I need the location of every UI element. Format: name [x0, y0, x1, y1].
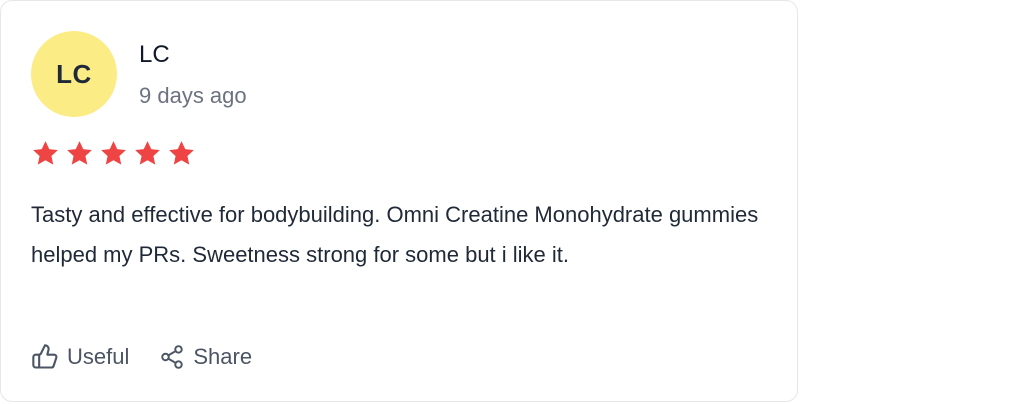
star-rating	[31, 139, 196, 168]
star-icon	[67, 141, 92, 165]
star-icon	[135, 141, 160, 165]
review-date: 9 days ago	[139, 83, 247, 108]
share-icon	[161, 345, 184, 369]
thumbs-up-icon	[32, 344, 58, 369]
star-icon	[101, 141, 126, 165]
useful-button[interactable]: Useful	[31, 343, 129, 371]
review-author: LC	[139, 41, 170, 68]
review-card: LC LC 9 days ago Tasty and effective for…	[0, 0, 798, 402]
star-icon	[33, 141, 58, 165]
star-icon	[169, 141, 194, 165]
review-actions: Useful Share	[31, 341, 252, 373]
share-button[interactable]: Share	[159, 344, 252, 370]
avatar: LC	[31, 31, 117, 117]
share-label: Share	[193, 344, 253, 369]
useful-label: Useful	[67, 344, 130, 369]
review-text: Tasty and effective for bodybuilding. Om…	[31, 202, 759, 267]
avatar-initials: LC	[56, 58, 92, 89]
